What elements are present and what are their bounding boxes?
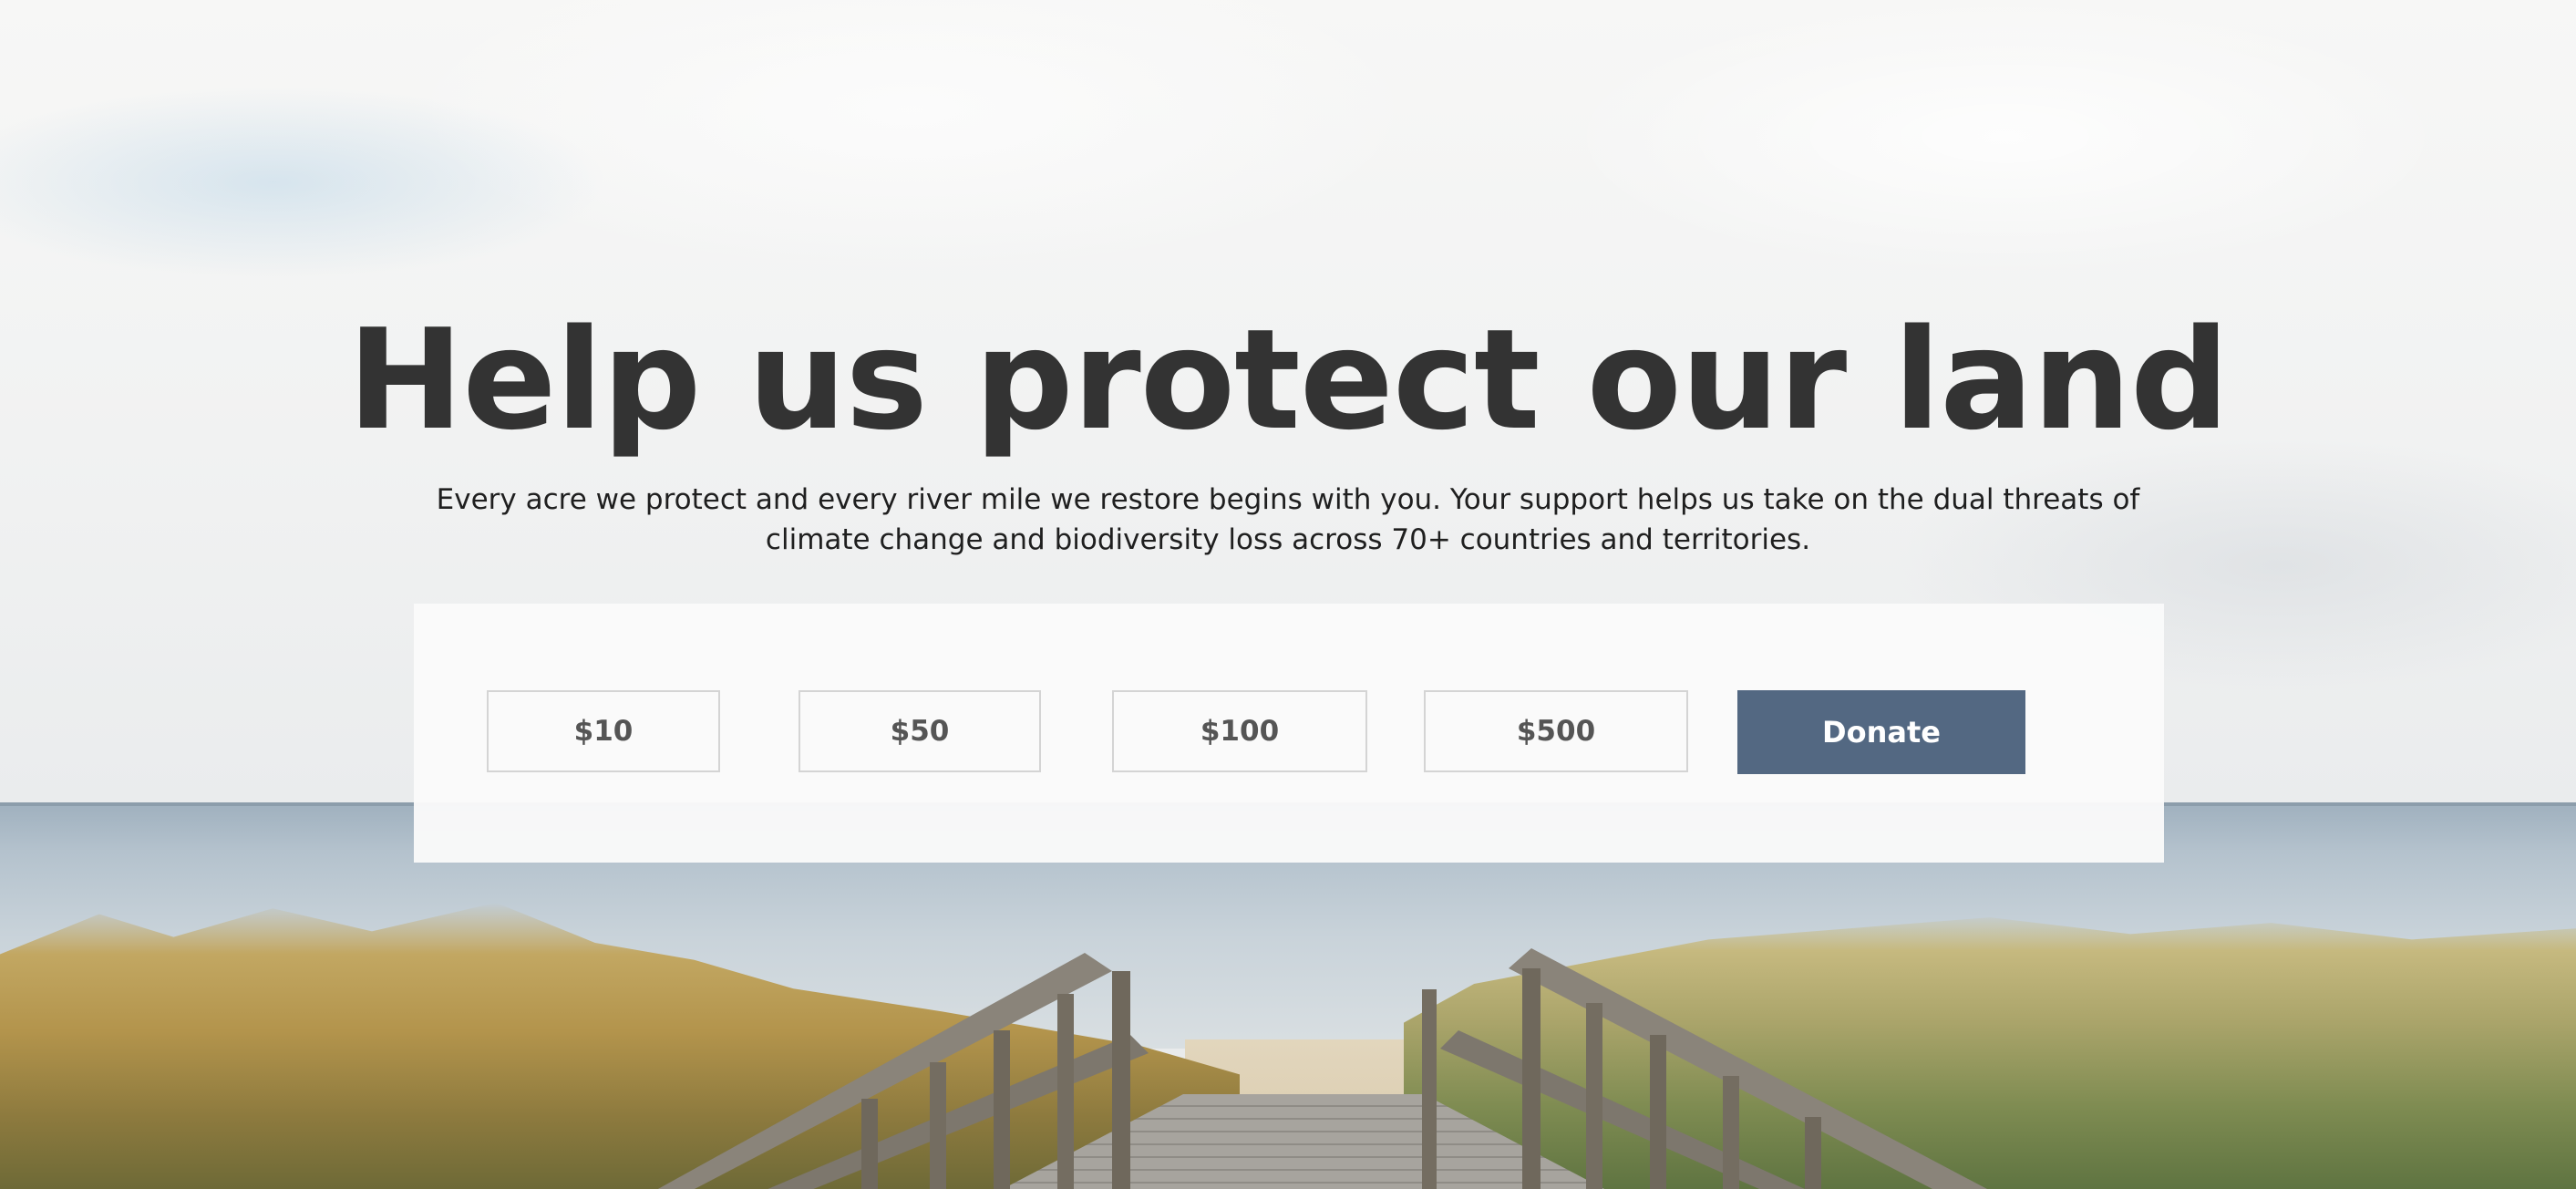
hero-section: Help us protect our land Every acre we p… [0,0,2576,1189]
amount-button-500[interactable]: $500 [1424,690,1688,772]
donation-panel: $10 $50 $100 $500 Donate [414,604,2164,863]
amount-button-50[interactable]: $50 [799,690,1041,772]
hero-description: Every acre we protect and every river mi… [436,483,2140,556]
amount-button-100[interactable]: $100 [1112,690,1367,772]
donate-button[interactable]: Donate [1737,690,2025,774]
hero-content: Help us protect our land Every acre we p… [0,0,2576,1189]
page-title: Help us protect our land [347,299,2230,460]
amount-button-10[interactable]: $10 [487,690,720,772]
